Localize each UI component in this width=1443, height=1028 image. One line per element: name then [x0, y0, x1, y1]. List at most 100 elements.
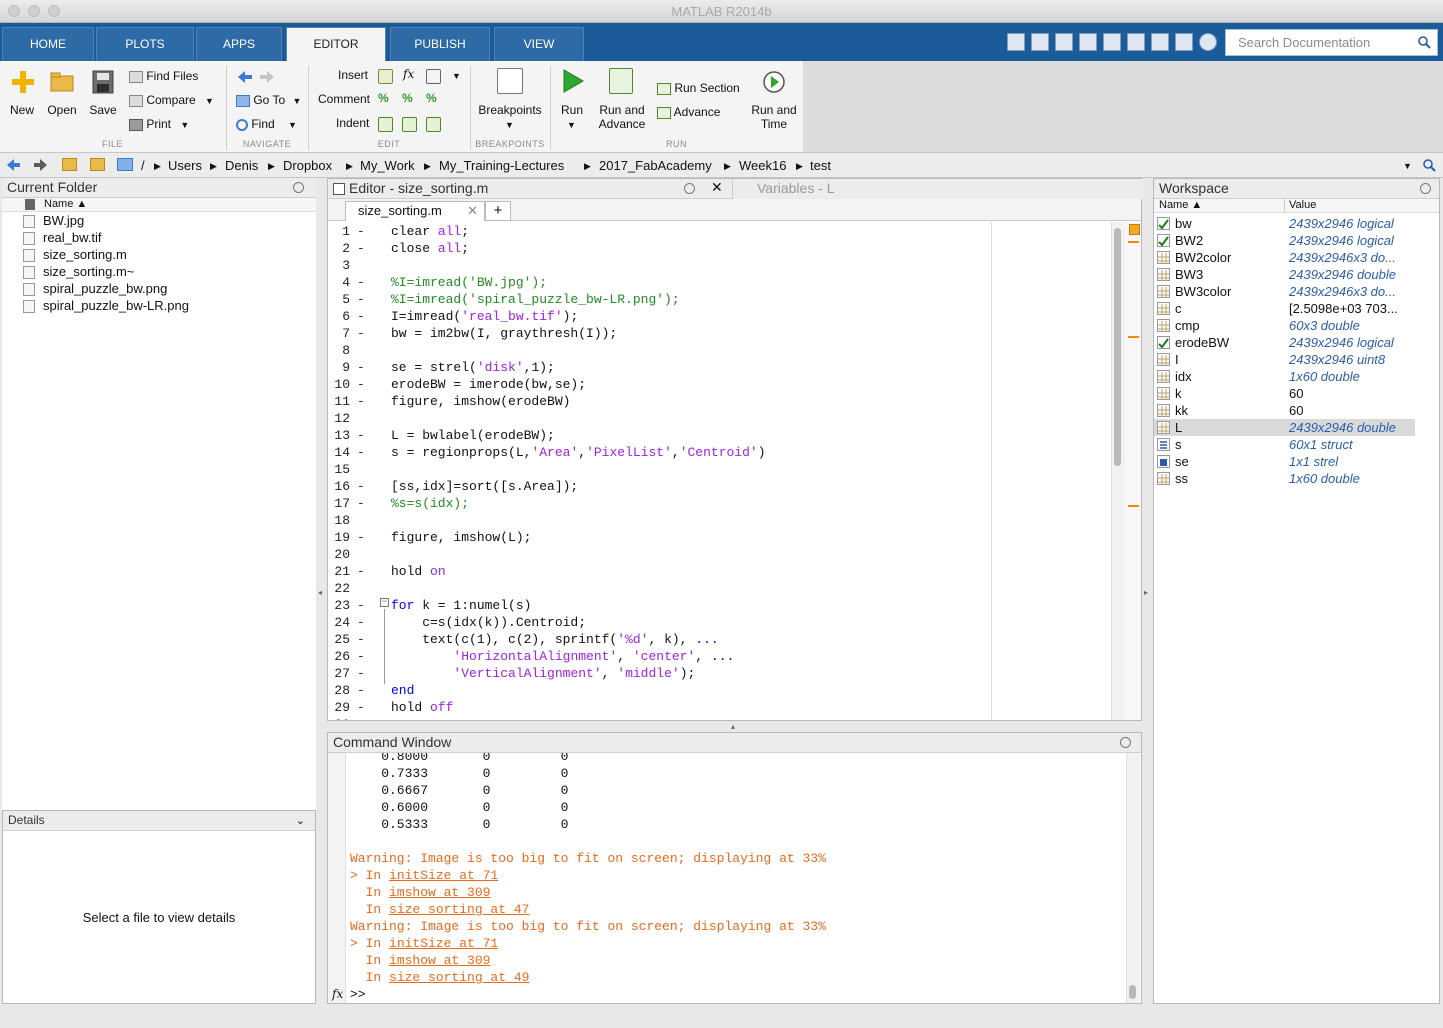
- code-line[interactable]: 24- c=s(idx(k)).Centroid;: [328, 615, 1108, 632]
- command-output[interactable]: 0.8000 0 0 0.7333 0 0 0.6667 0 0 0.6000 …: [350, 753, 1126, 1003]
- code-line[interactable]: 3: [328, 258, 1108, 275]
- warning-marker[interactable]: [1128, 336, 1139, 338]
- details-collapse-chevron-icon[interactable]: ⌄: [296, 814, 305, 827]
- increase-indent-icon[interactable]: [426, 117, 441, 132]
- compare-button[interactable]: Compare ▼: [129, 93, 214, 107]
- quick-access-copy-icon[interactable]: [1079, 33, 1097, 51]
- workspace-name-column[interactable]: Name ▲: [1159, 199, 1202, 211]
- breakpoint-gutter[interactable]: -: [357, 598, 365, 613]
- code-line[interactable]: 29- hold off: [328, 700, 1108, 717]
- up-folder-icon[interactable]: [62, 158, 77, 171]
- stack-trace-link[interactable]: initSize at 71: [389, 936, 498, 951]
- code-line[interactable]: 9- se = strel('disk',1);: [328, 360, 1108, 377]
- editor-scroll-thumb[interactable]: [1114, 228, 1121, 466]
- path-segment[interactable]: Week16: [739, 158, 786, 173]
- code-line[interactable]: 18: [328, 513, 1108, 530]
- stack-trace-link[interactable]: imshow at 309: [389, 953, 490, 968]
- breakpoint-gutter[interactable]: -: [357, 564, 365, 579]
- workspace-variable-row[interactable]: bw 2439x2946 logical: [1154, 215, 1415, 232]
- breakpoint-gutter[interactable]: -: [357, 445, 365, 460]
- quick-access-redo-icon[interactable]: [1151, 33, 1169, 51]
- breakpoints-button[interactable]: Breakpoints: [472, 103, 548, 117]
- workspace-variable-row[interactable]: BW3color 2439x2946x3 do...: [1154, 283, 1415, 300]
- file-tab-size-sorting[interactable]: size_sorting.m ✕: [345, 201, 485, 221]
- workspace-variable-row[interactable]: ss 1x60 double: [1154, 470, 1415, 487]
- workspace-variable-row[interactable]: I 2439x2946 uint8: [1154, 351, 1415, 368]
- tab-editor[interactable]: EDITOR: [286, 27, 386, 61]
- tab-view[interactable]: VIEW: [494, 27, 584, 61]
- workspace-variable-row[interactable]: BW2color 2439x2946x3 do...: [1154, 249, 1415, 266]
- code-line[interactable]: 15: [328, 462, 1108, 479]
- quick-access-save-icon[interactable]: [1031, 33, 1049, 51]
- quick-access-cut-icon[interactable]: [1055, 33, 1073, 51]
- breakpoint-gutter[interactable]: -: [357, 479, 365, 494]
- workspace-variable-row[interactable]: s 60x1 struct: [1154, 436, 1415, 453]
- smart-indent-icon[interactable]: [378, 117, 393, 132]
- workspace-variable-row[interactable]: BW2 2439x2946 logical: [1154, 232, 1415, 249]
- breakpoint-gutter[interactable]: -: [357, 241, 365, 256]
- breakpoint-gutter[interactable]: -: [357, 360, 365, 375]
- tab-plots[interactable]: PLOTS: [96, 27, 194, 61]
- command-scroll-thumb[interactable]: [1129, 985, 1136, 999]
- code-line[interactable]: 1- clear all;: [328, 224, 1108, 241]
- run-section-button[interactable]: Run Section: [657, 81, 740, 95]
- quick-access-paste-icon[interactable]: [1103, 33, 1121, 51]
- browse-folder-icon[interactable]: [90, 158, 105, 171]
- splitter-grip-icon[interactable]: ▸: [1144, 588, 1148, 597]
- workspace-variable-row[interactable]: k 60: [1154, 385, 1415, 402]
- breakpoint-gutter[interactable]: -: [357, 615, 365, 630]
- path-history-dropdown-icon[interactable]: ▼: [1403, 161, 1412, 171]
- warning-marker[interactable]: [1128, 241, 1139, 243]
- code-line[interactable]: 22: [328, 581, 1108, 598]
- code-line[interactable]: 17- %s=s(idx);: [328, 496, 1108, 513]
- quick-access-switch-windows-icon[interactable]: [1175, 33, 1193, 51]
- code-line[interactable]: 12: [328, 411, 1108, 428]
- editor-scrollbar[interactable]: [1111, 222, 1125, 720]
- insert-table-icon[interactable]: [426, 69, 441, 84]
- folder-search-icon[interactable]: [1423, 159, 1436, 172]
- editor-actions-icon[interactable]: [684, 183, 695, 194]
- workspace-variable-row[interactable]: erodeBW 2439x2946 logical: [1154, 334, 1415, 351]
- code-line[interactable]: 5- %I=imread('spiral_puzzle_bw-LR.png');: [328, 292, 1108, 309]
- go-to-button[interactable]: Go To ▼: [236, 93, 301, 107]
- code-line[interactable]: 8: [328, 343, 1108, 360]
- comment-button[interactable]: Comment: [318, 92, 370, 106]
- breakpoint-gutter[interactable]: -: [357, 309, 365, 324]
- tab-home[interactable]: HOME: [2, 27, 94, 61]
- code-editor[interactable]: − 1- clear all; 2- close all; 3 4- %I=imread('…: [328, 222, 1111, 720]
- advance-button[interactable]: Advance: [657, 105, 720, 119]
- breakpoint-gutter[interactable]: -: [357, 496, 365, 511]
- code-line[interactable]: 19- figure, imshow(L);: [328, 530, 1108, 547]
- code-line[interactable]: 10- erodeBW = imerode(bw,se);: [328, 377, 1108, 394]
- breakpoint-gutter[interactable]: -: [357, 530, 365, 545]
- command-prompt[interactable]: >>: [350, 987, 366, 1003]
- code-line[interactable]: 20: [328, 547, 1108, 564]
- code-line[interactable]: 11- figure, imshow(erodeBW): [328, 394, 1108, 411]
- breakpoint-gutter[interactable]: -: [357, 428, 365, 443]
- tab-publish[interactable]: PUBLISH: [390, 27, 490, 61]
- breakpoint-gutter[interactable]: -: [357, 666, 365, 681]
- breakpoints-dropdown-icon[interactable]: ▼: [505, 118, 514, 132]
- workspace-variable-row[interactable]: se 1x1 strel: [1154, 453, 1415, 470]
- find-files-button[interactable]: Find Files: [129, 69, 198, 83]
- run-and-time-button[interactable]: Run and Time: [746, 103, 802, 131]
- breakpoint-gutter[interactable]: -: [357, 700, 365, 715]
- code-line[interactable]: 16- [ss,idx]=sort([s.Area]);: [328, 479, 1108, 496]
- path-segment[interactable]: My_Training-Lectures: [439, 158, 564, 173]
- warning-marker[interactable]: [1128, 505, 1139, 507]
- find-button[interactable]: Find ▼: [236, 117, 297, 131]
- stack-trace-link[interactable]: size_sorting at 49: [389, 970, 529, 985]
- insert-dropdown-icon[interactable]: ▼: [452, 71, 461, 81]
- code-line[interactable]: 26- 'HorizontalAlignment', 'center', ...: [328, 649, 1108, 666]
- code-line[interactable]: 14- s = regionprops(L,'Area','PixelList',…: [328, 445, 1108, 462]
- back-forward-icon[interactable]: [236, 70, 276, 84]
- workspace-actions-icon[interactable]: [1420, 183, 1431, 194]
- code-line[interactable]: 21- hold on: [328, 564, 1108, 581]
- path-segment[interactable]: Dropbox: [283, 158, 332, 173]
- code-line[interactable]: 25- text(c(1), c(2), sprintf('%d', k), .…: [328, 632, 1108, 649]
- stack-trace-link[interactable]: imshow at 309: [389, 885, 490, 900]
- indent-button[interactable]: Indent: [336, 116, 369, 130]
- breakpoint-gutter[interactable]: -: [357, 649, 365, 664]
- code-line[interactable]: 7- bw = im2bw(I, graythresh(I));: [328, 326, 1108, 343]
- run-dropdown-icon[interactable]: ▼: [567, 118, 576, 132]
